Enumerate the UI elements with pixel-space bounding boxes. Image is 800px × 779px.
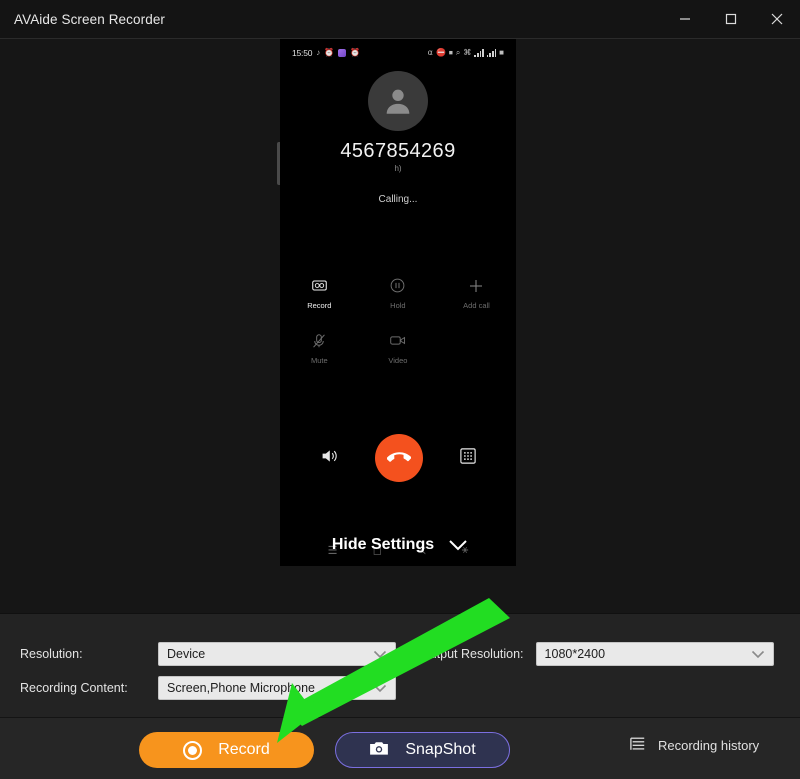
- call-control-label: Add call: [463, 301, 490, 310]
- snapshot-button[interactable]: SnapShot: [335, 732, 510, 768]
- end-call-handset-icon: [386, 452, 411, 462]
- call-control-label: Hold: [390, 301, 406, 310]
- hide-settings-label: Hide Settings: [331, 536, 435, 553]
- list-icon: [630, 736, 646, 755]
- call-action-bar: [280, 434, 516, 482]
- battery-icon: ■: [499, 48, 504, 57]
- resolution-select[interactable]: Device: [158, 642, 396, 666]
- dnd-icon: ⛔: [435, 48, 446, 57]
- status-bar-left: 15:50 ♪ ⏰ ⏰: [292, 48, 360, 58]
- call-number: 4567854269: [340, 140, 456, 162]
- call-control-label: Mute: [310, 356, 328, 365]
- minimize-button[interactable]: [662, 0, 708, 39]
- pause-icon: [390, 277, 405, 294]
- speaker-icon: [322, 449, 337, 462]
- call-controls: Record Hold Add call Mute Video: [280, 277, 516, 365]
- call-control-hold[interactable]: Hold: [359, 277, 438, 310]
- camera-icon: [369, 740, 389, 761]
- call-status: Calling...: [378, 194, 418, 205]
- resolution-row: Resolution: Device: [20, 642, 396, 666]
- chevron-down-icon: [373, 650, 387, 659]
- output-resolution-value: 1080*2400: [544, 647, 606, 661]
- chevron-down-icon: [448, 539, 468, 552]
- record-button-label: Record: [218, 741, 270, 758]
- call-control-mute[interactable]: Mute: [280, 332, 359, 365]
- phone-mirror-screen[interactable]: 15:50 ♪ ⏰ ⏰ ⍺ ⛔ ⏹ ⌕ ⌘ ■ 4567854269 h) Ca…: [280, 39, 516, 566]
- call-control-record[interactable]: Record: [280, 277, 359, 310]
- chevron-down-icon: [751, 650, 765, 659]
- record-dot-icon: [183, 740, 203, 760]
- resolution-value: Device: [167, 647, 206, 661]
- window-controls: [662, 0, 800, 39]
- bottom-action-bar: Record SnapShot Recording history: [0, 717, 800, 779]
- person-avatar-icon: [386, 89, 410, 114]
- phone-status-bar: 15:50 ♪ ⏰ ⏰ ⍺ ⛔ ⏹ ⌕ ⌘ ■: [280, 45, 516, 61]
- speaker-button[interactable]: [320, 448, 338, 469]
- hide-settings-toggle[interactable]: Hide Settings: [0, 536, 800, 554]
- output-resolution-label: Output Resolution:: [420, 647, 524, 661]
- volume-icon: ⏹: [448, 48, 453, 57]
- recording-content-row: Recording Content: Screen,Phone Micropho…: [20, 676, 396, 700]
- call-control-video[interactable]: Video: [359, 332, 438, 365]
- call-control-label: Record: [307, 301, 332, 310]
- wifi-off-icon: ⌕: [455, 48, 461, 57]
- snapshot-button-label: SnapShot: [405, 741, 476, 758]
- vpn-icon: ⌘: [463, 48, 472, 57]
- keypad-button[interactable]: [459, 447, 476, 469]
- status-bar-right: ⍺ ⛔ ⏹ ⌕ ⌘ ■: [428, 49, 504, 57]
- call-control-label: Video: [388, 356, 408, 365]
- clock-icon: ⏰: [350, 48, 361, 57]
- preview-stage: 15:50 ♪ ⏰ ⏰ ⍺ ⛔ ⏹ ⌕ ⌘ ■ 4567854269 h) Ca…: [0, 39, 800, 613]
- gallery-icon: [338, 49, 347, 57]
- signal-2-icon: [486, 49, 497, 57]
- end-call-button[interactable]: [374, 434, 423, 482]
- call-controls-row-2: Mute Video: [280, 332, 516, 365]
- recording-history-label: Recording history: [658, 738, 760, 753]
- call-controls-row-1: Record Hold Add call: [280, 277, 516, 310]
- record-call-icon: [312, 277, 327, 294]
- headphone-icon: ⍺: [427, 48, 433, 57]
- recording-content-value: Screen,Phone Microphone: [167, 681, 316, 695]
- output-resolution-row: Output Resolution: 1080*2400: [420, 642, 774, 666]
- keypad-icon: [459, 447, 476, 464]
- recording-content-select[interactable]: Screen,Phone Microphone: [158, 676, 396, 700]
- chevron-down-icon: [373, 684, 387, 693]
- call-control-add-call[interactable]: Add call: [437, 277, 516, 310]
- signal-1-icon: [474, 49, 484, 57]
- record-button[interactable]: Record: [139, 732, 314, 768]
- call-subtitle: h): [394, 164, 402, 173]
- output-resolution-select[interactable]: 1080*2400: [535, 642, 774, 666]
- app-window: AVAide Screen Recorder 15:50 ♪ ⏰ ⏰ ⍺ ⛔ ⏹…: [0, 0, 800, 779]
- alarm-off-icon: ⏰: [324, 48, 335, 57]
- mic-off-icon: [312, 332, 326, 349]
- caller-avatar: [368, 71, 428, 131]
- maximize-button[interactable]: [708, 0, 754, 39]
- resolution-label: Resolution:: [20, 647, 83, 661]
- recording-history-button[interactable]: Recording history: [630, 736, 759, 755]
- settings-panel: Resolution: Device Recording Content: Sc…: [0, 613, 800, 717]
- recording-content-label: Recording Content:: [20, 681, 128, 695]
- close-button[interactable]: [754, 0, 800, 39]
- plus-icon: [468, 277, 484, 294]
- call-control-spacer: [437, 332, 516, 365]
- window-title: AVAide Screen Recorder: [14, 11, 166, 27]
- music-note-icon: ♪: [316, 48, 321, 57]
- video-camera-icon: [390, 332, 406, 349]
- title-bar: AVAide Screen Recorder: [0, 0, 800, 39]
- status-clock: 15:50: [292, 48, 313, 58]
